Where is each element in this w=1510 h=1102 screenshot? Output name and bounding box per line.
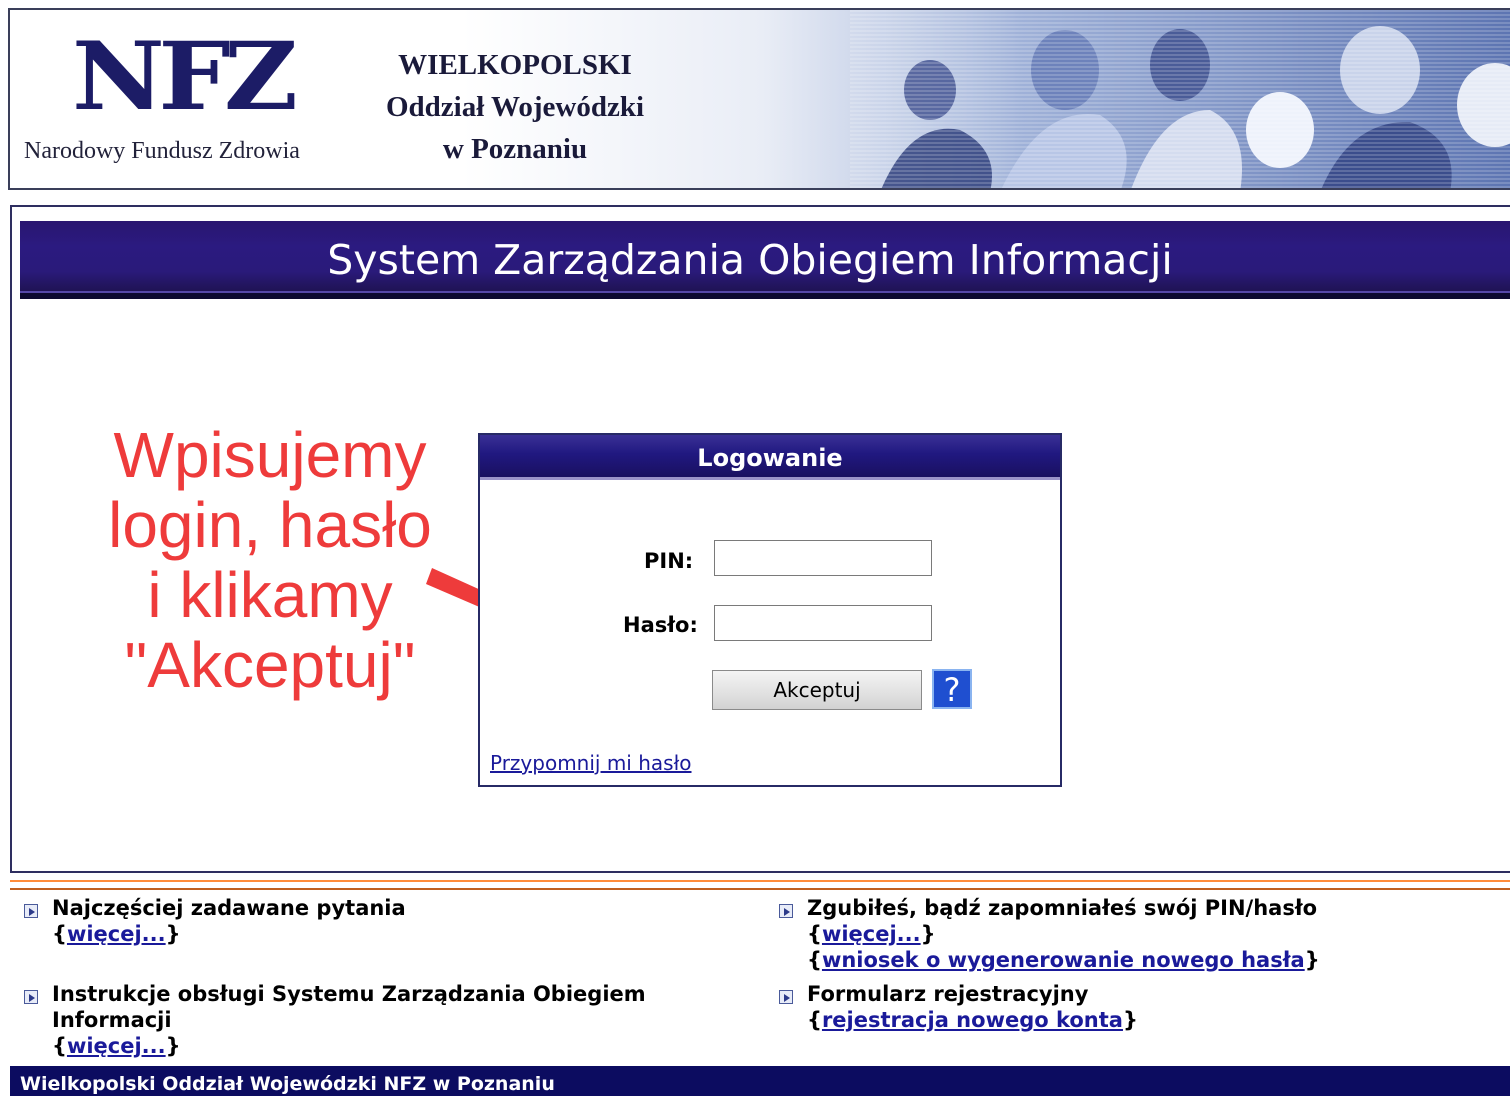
faq-block: Najczęściej zadawane pytania {więcej...} [52,895,406,947]
branch-line-1: WIELKOPOLSKI [398,49,632,81]
lost-pin-title: Zgubiłeś, bądź zapomniałeś swój PIN/hasł… [807,896,1318,920]
arrow-bullet-icon [24,990,38,1004]
new-password-request-line: {wniosek o wygenerowanie nowego hasła} [807,948,1320,972]
manual-title-line-1: Instrukcje obsługi Systemu Zarządzania O… [52,982,646,1006]
manual-block: Instrukcje obsługi Systemu Zarządzania O… [52,981,646,1059]
branch-line-3: w Poznaniu [442,133,588,165]
branch-line-2: Oddział Wojewódzki [385,91,645,123]
footer-bar: Wielkopolski Oddział Wojewódzki NFZ w Po… [10,1066,1510,1096]
pin-input[interactable] [714,540,932,576]
arrow-bullet-icon [779,990,793,1004]
faq-more-link[interactable]: więcej... [67,922,166,946]
system-title-bar: System Zarządzania Obiegiem Informacji [20,221,1510,299]
arrow-bullet-icon [779,904,793,918]
password-input[interactable] [714,605,932,641]
registration-block: Formularz rejestracyjny {rejestracja now… [807,981,1138,1033]
header-banner-image [850,10,1510,188]
new-password-request-link[interactable]: wniosek o wygenerowanie nowego hasła [822,948,1305,972]
registration-title: Formularz rejestracyjny [807,982,1089,1006]
logo-subtitle: Narodowy Fundusz Zdrowia [24,138,300,164]
lost-pin-block: Zgubiłeś, bądź zapomniałeś swój PIN/hasł… [807,895,1320,973]
manual-more-link[interactable]: więcej... [67,1034,166,1058]
footer-text: Wielkopolski Oddział Wojewódzki NFZ w Po… [20,1073,555,1095]
faq-title: Najczęściej zadawane pytania [52,896,406,920]
nfz-logo: NFZ [72,22,298,132]
login-panel: Logowanie PIN: Hasło: Akceptuj ? Przypom… [478,433,1062,787]
accept-button[interactable]: Akceptuj [712,670,922,710]
site-header: NFZ Narodowy Fundusz Zdrowia WIELKOPOLSK… [8,8,1510,190]
faq-more-line: {więcej...} [52,922,181,946]
page-title: System Zarządzania Obiegiem Informacji [327,236,1173,284]
manual-title-line-2: Informacji [52,1008,172,1032]
instruction-annotation: Wpisujemy login, hasło i klikamy "Akcept… [108,419,432,701]
login-panel-header: Logowanie [480,435,1060,480]
pin-label: PIN: [644,549,694,573]
register-account-link[interactable]: rejestracja nowego konta [822,1008,1123,1032]
registration-link-line: {rejestracja nowego konta} [807,1008,1138,1032]
help-icon[interactable]: ? [932,669,972,709]
section-divider [10,880,1510,890]
remind-password-link[interactable]: Przypomnij mi hasło [490,751,692,775]
branch-title: WIELKOPOLSKI Oddział Wojewódzki w Poznan… [350,44,680,170]
manual-more-line: {więcej...} [52,1034,181,1058]
lost-pin-more-line: {więcej...} [807,922,936,946]
password-label: Hasło: [623,613,698,637]
lost-pin-more-link[interactable]: więcej... [822,922,921,946]
arrow-bullet-icon [24,904,38,918]
